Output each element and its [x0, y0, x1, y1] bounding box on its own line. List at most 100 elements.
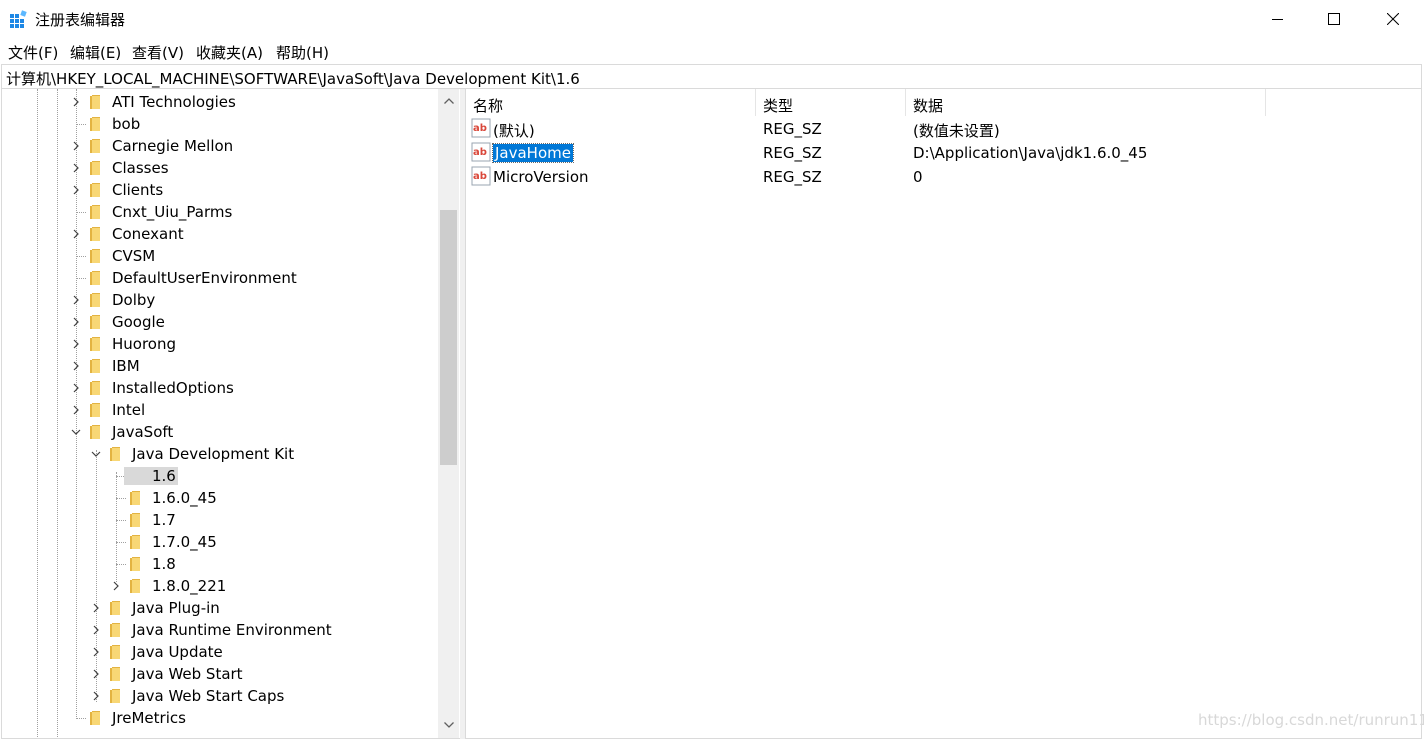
string-value-icon: ab	[471, 166, 491, 186]
tree-item[interactable]: Intel	[2, 399, 438, 421]
tree-scrollbar[interactable]	[438, 89, 459, 738]
tree-item[interactable]: 1.7.0_45	[2, 531, 438, 553]
expander-collapsed-icon[interactable]	[70, 377, 82, 399]
maximize-button[interactable]	[1305, 0, 1363, 38]
value-type: REG_SZ	[763, 144, 822, 162]
tree-item[interactable]: InstalledOptions	[2, 377, 438, 399]
tree-item-label: Java Web Start Caps	[132, 687, 285, 705]
tree-item[interactable]: JreMetrics	[2, 707, 438, 729]
tree-item[interactable]: 1.8	[2, 553, 438, 575]
tree-item-label: Java Plug-in	[132, 599, 220, 617]
chevron-right-icon	[73, 405, 79, 415]
expander-collapsed-icon[interactable]	[70, 179, 82, 201]
tree-item-label: 1.7	[152, 511, 176, 529]
tree-item[interactable]: Java Web Start	[2, 663, 438, 685]
value-row[interactable]: ab (默认) REG_SZ (数值未设置)	[466, 117, 1416, 141]
tree-item[interactable]: bob	[2, 113, 438, 135]
scroll-up-button[interactable]	[438, 91, 459, 111]
expander-collapsed-icon[interactable]	[90, 663, 102, 685]
tree-item[interactable]: Java Update	[2, 641, 438, 663]
folder-icon	[90, 183, 100, 197]
value-list[interactable]: 名称 类型 数据 ab (默认) REG_SZ (数值未设置) ab JavaHome RE…	[465, 89, 1422, 739]
tree-item[interactable]: IBM	[2, 355, 438, 377]
tree-item-label: 1.8	[152, 555, 176, 573]
expander-expanded-icon[interactable]	[90, 443, 102, 465]
tree-item[interactable]: JavaSoft	[2, 421, 438, 443]
expander-collapsed-icon[interactable]	[90, 685, 102, 707]
folder-icon	[130, 535, 140, 549]
expander-collapsed-icon[interactable]	[70, 223, 82, 245]
expander-expanded-icon[interactable]	[70, 421, 82, 443]
expander-collapsed-icon[interactable]	[70, 91, 82, 113]
chevron-right-icon	[93, 603, 99, 613]
menu-favorites[interactable]: 收藏夹(A)	[196, 42, 263, 63]
value-row[interactable]: ab JavaHome REG_SZ D:\Application\Java\jdk1…	[466, 141, 1416, 165]
folder-icon	[90, 359, 100, 373]
tree-item[interactable]: 1.6	[2, 465, 438, 487]
tree-item[interactable]: 1.6.0_45	[2, 487, 438, 509]
column-header-data[interactable]: 数据	[906, 89, 1266, 116]
address-bar[interactable]: 计算机\HKEY_LOCAL_MACHINE\SOFTWARE\JavaSoft…	[1, 64, 1422, 89]
tree-item[interactable]: Dolby	[2, 289, 438, 311]
tree-item[interactable]: Carnegie Mellon	[2, 135, 438, 157]
chevron-right-icon	[113, 581, 119, 591]
scroll-thumb[interactable]	[440, 210, 457, 465]
menu-file[interactable]: 文件(F)	[8, 42, 58, 63]
expander-collapsed-icon[interactable]	[70, 135, 82, 157]
value-name: JavaHome	[492, 143, 574, 163]
folder-open-icon	[90, 425, 100, 439]
close-button[interactable]	[1364, 0, 1422, 38]
menu-view[interactable]: 查看(V)	[132, 42, 184, 63]
expander-collapsed-icon[interactable]	[70, 311, 82, 333]
expander-collapsed-icon[interactable]	[110, 575, 122, 597]
tree-item[interactable]: Google	[2, 311, 438, 333]
column-header-type[interactable]: 类型	[756, 89, 906, 116]
value-row[interactable]: ab MicroVersion REG_SZ 0	[466, 165, 1416, 189]
svg-text:ab: ab	[473, 171, 487, 182]
tree-item[interactable]: Clients	[2, 179, 438, 201]
tree-item[interactable]: ATI Technologies	[2, 91, 438, 113]
tree-item[interactable]: Cnxt_Uiu_Parms	[2, 201, 438, 223]
tree-connector	[76, 256, 86, 257]
tree-item[interactable]: Java Development Kit	[2, 443, 438, 465]
tree-item[interactable]: Classes	[2, 157, 438, 179]
expander-collapsed-icon[interactable]	[90, 641, 102, 663]
chevron-right-icon	[73, 361, 79, 371]
chevron-right-icon	[93, 647, 99, 657]
expander-collapsed-icon[interactable]	[70, 399, 82, 421]
value-type: REG_SZ	[763, 120, 822, 138]
tree-item[interactable]: Java Runtime Environment	[2, 619, 438, 641]
folder-icon	[110, 689, 120, 703]
tree-item[interactable]: Huorong	[2, 333, 438, 355]
tree-item[interactable]: DefaultUserEnvironment	[2, 267, 438, 289]
tree-item-label: bob	[112, 115, 141, 133]
tree-item-label: Dolby	[112, 291, 156, 309]
expander-collapsed-icon[interactable]	[90, 597, 102, 619]
tree-item-label: Google	[112, 313, 165, 331]
tree-item[interactable]: 1.7	[2, 509, 438, 531]
tree-item-label: InstalledOptions	[112, 379, 234, 397]
address-path[interactable]: 计算机\HKEY_LOCAL_MACHINE\SOFTWARE\JavaSoft…	[6, 68, 580, 89]
chevron-right-icon	[93, 691, 99, 701]
expander-collapsed-icon[interactable]	[70, 333, 82, 355]
key-tree[interactable]: ATI Technologies bob Carnegie Mellon Classe…	[1, 89, 460, 739]
scroll-down-button[interactable]	[438, 715, 459, 735]
expander-collapsed-icon[interactable]	[70, 157, 82, 179]
tree-item[interactable]: CVSM	[2, 245, 438, 267]
menu-edit[interactable]: 编辑(E)	[70, 42, 121, 63]
expander-collapsed-icon[interactable]	[90, 619, 102, 641]
minimize-button[interactable]	[1249, 0, 1307, 38]
tree-item[interactable]: Java Plug-in	[2, 597, 438, 619]
folder-icon	[90, 711, 100, 725]
tree-item-label: Conexant	[112, 225, 184, 243]
tree-item[interactable]: 1.8.0_221	[2, 575, 438, 597]
column-header-name[interactable]: 名称	[466, 89, 756, 116]
expander-collapsed-icon[interactable]	[70, 355, 82, 377]
tree-item[interactable]: Java Web Start Caps	[2, 685, 438, 707]
expander-collapsed-icon[interactable]	[70, 289, 82, 311]
menu-help[interactable]: 帮助(H)	[276, 42, 329, 63]
chevron-right-icon	[73, 163, 79, 173]
tree-item-label: Java Update	[132, 643, 223, 661]
tree-item-label: Java Runtime Environment	[132, 621, 332, 639]
tree-item[interactable]: Conexant	[2, 223, 438, 245]
